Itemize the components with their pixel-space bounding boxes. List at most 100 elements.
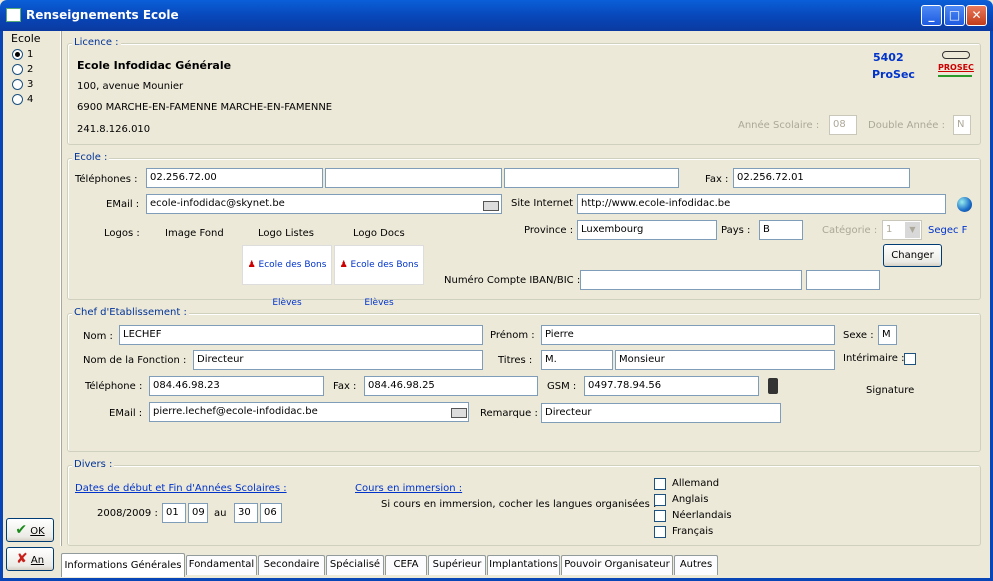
tab-informations-generales[interactable]: Informations Générales xyxy=(61,553,185,577)
anglais-checkbox[interactable] xyxy=(654,494,666,506)
chef-email-field[interactable]: pierre.lechef@ecole-infodidac.be xyxy=(149,402,469,422)
image-fond-label: Image Fond xyxy=(165,228,224,239)
remarque-field[interactable]: Directeur xyxy=(541,403,781,423)
ecole-fax-field[interactable]: 02.256.72.01 xyxy=(733,168,910,188)
chef-telephone-field[interactable]: 084.46.98.23 xyxy=(149,376,324,396)
site-internet-label: Site Internet : xyxy=(511,198,580,209)
fonction-field[interactable]: Directeur xyxy=(193,350,483,370)
allemand-checkbox[interactable] xyxy=(654,478,666,490)
gsm-field[interactable]: 0497.78.94.56 xyxy=(584,376,759,396)
tab-pouvoir-organisateur[interactable]: Pouvoir Organisateur xyxy=(561,555,673,575)
ecole-fax-label: Fax : xyxy=(705,174,729,185)
pays-field[interactable]: B xyxy=(759,220,803,240)
chef-legend: Chef d'Etablissement : xyxy=(72,307,189,318)
school-radio-2[interactable] xyxy=(12,64,23,75)
prenom-label: Prénom : xyxy=(490,330,535,341)
allemand-label: Allemand xyxy=(672,478,720,489)
mobile-phone-icon[interactable] xyxy=(768,378,778,394)
categorie-label: Catégorie : xyxy=(822,225,878,236)
au-label: au xyxy=(214,508,227,519)
sexe-field[interactable]: M xyxy=(878,325,897,345)
debut-jour-field[interactable]: 01 xyxy=(162,503,186,523)
changer-button[interactable]: Changer xyxy=(883,244,942,267)
school-radio-1[interactable] xyxy=(12,49,23,60)
chef-fax-field[interactable]: 084.46.98.25 xyxy=(364,376,538,396)
categorie-select[interactable]: 1 ▼ xyxy=(882,220,922,240)
iban-field[interactable] xyxy=(580,270,802,290)
nom-label: Nom : xyxy=(83,331,113,342)
titre-long-field[interactable]: Monsieur xyxy=(615,350,835,370)
logo-listes-label: Logo Listes xyxy=(258,228,315,239)
logo-docs-image[interactable]: ♟ Ecole des Bons Elèves xyxy=(334,245,424,308)
title-bar: Renseignements Ecole _ □ ✕ xyxy=(0,0,993,31)
francais-checkbox[interactable] xyxy=(654,526,666,538)
tab-secondaire[interactable]: Secondaire xyxy=(258,555,325,575)
tab-cefa[interactable]: CEFA xyxy=(385,555,427,575)
neerlandais-checkbox[interactable] xyxy=(654,510,666,522)
sexe-label: Sexe : xyxy=(843,330,874,341)
telephone-3-field[interactable] xyxy=(504,168,679,188)
ecole-legend: Ecole : xyxy=(72,152,110,163)
maximize-button[interactable]: □ xyxy=(944,5,965,26)
annee-scolaire-field[interactable]: 08 xyxy=(829,115,857,135)
tab-fondamental[interactable]: Fondamental xyxy=(186,555,257,575)
school-radio-4[interactable] xyxy=(12,94,23,105)
prosec-logo: PROSEC xyxy=(938,49,974,79)
anglais-label: Anglais xyxy=(672,494,709,505)
ecole-email-field[interactable]: ecole-infodidac@skynet.be xyxy=(146,194,502,214)
chevron-down-icon: ▼ xyxy=(905,222,920,238)
licence-number: 5402 xyxy=(873,51,904,64)
school-address: 100, avenue Mounier xyxy=(77,81,184,92)
titres-label: Titres : xyxy=(498,355,533,366)
school-code: 241.8.126.010 xyxy=(77,124,151,135)
logo-listes-image[interactable]: ♟ Ecole des Bons Elèves xyxy=(242,245,332,308)
chef-telephone-label: Téléphone : xyxy=(85,381,143,392)
remarque-label: Remarque : xyxy=(480,408,538,419)
licence-brand: ProSec xyxy=(872,68,915,81)
window-title: Renseignements Ecole xyxy=(26,8,179,22)
fin-jour-field[interactable]: 30 xyxy=(234,503,258,523)
dates-link[interactable]: Dates de début et Fin d'Années Scolaires… xyxy=(75,483,287,494)
segec-label: Segec F xyxy=(928,225,968,236)
ecole-email-label: EMail : xyxy=(106,199,140,210)
francais-label: Français xyxy=(672,526,714,537)
debut-mois-field[interactable]: 09 xyxy=(188,503,208,523)
signature-label: Signature xyxy=(866,385,915,396)
nom-field[interactable]: LECHEF xyxy=(119,325,483,345)
school-radio-3[interactable] xyxy=(12,79,23,90)
prenom-field[interactable]: Pierre xyxy=(541,325,835,345)
province-label: Province : xyxy=(524,225,574,236)
tab-implantations[interactable]: Implantations xyxy=(487,555,560,575)
fin-mois-field[interactable]: 06 xyxy=(260,503,282,523)
tab-autres[interactable]: Autres xyxy=(674,555,718,575)
cancel-button[interactable]: ✘ An xyxy=(6,547,54,571)
double-annee-label: Double Année : xyxy=(868,120,945,131)
double-annee-field[interactable]: N xyxy=(953,115,971,135)
tab-superieur[interactable]: Supérieur xyxy=(428,555,486,575)
checkmark-icon: ✔ xyxy=(15,522,28,538)
telephone-1-field[interactable]: 02.256.72.00 xyxy=(146,168,323,188)
province-field[interactable]: Luxembourg xyxy=(577,220,717,240)
bic-field[interactable] xyxy=(806,270,880,290)
globe-icon[interactable] xyxy=(957,197,972,212)
ok-button[interactable]: ✔ OK xyxy=(6,518,54,542)
interimaire-label: Intérimaire : xyxy=(843,353,905,364)
school-name: Ecole Infodidac Générale xyxy=(77,59,232,72)
school-radio-3-label: 3 xyxy=(27,79,34,90)
titre-court-field[interactable]: M. xyxy=(541,350,613,370)
school-radio-4-label: 4 xyxy=(27,94,34,105)
logos-label: Logos : xyxy=(104,228,140,239)
close-button[interactable]: ✕ xyxy=(966,5,987,26)
divers-legend: Divers : xyxy=(72,459,115,470)
immersion-link[interactable]: Cours en immersion : xyxy=(355,483,462,494)
telephone-2-field[interactable] xyxy=(325,168,502,188)
iban-label: Numéro Compte IBAN/BIC : xyxy=(444,275,581,286)
interimaire-checkbox[interactable] xyxy=(904,353,916,365)
site-internet-field[interactable]: http://www.ecole-infodidac.be xyxy=(577,194,946,214)
chef-email-label: EMail : xyxy=(109,408,143,419)
chef-email-send-icon[interactable] xyxy=(451,408,467,418)
ecole-email-send-icon[interactable] xyxy=(483,201,499,211)
tab-specialise[interactable]: Spécialisé xyxy=(326,555,384,575)
minimize-button[interactable]: _ xyxy=(921,5,942,26)
chef-fax-label: Fax : xyxy=(333,381,357,392)
